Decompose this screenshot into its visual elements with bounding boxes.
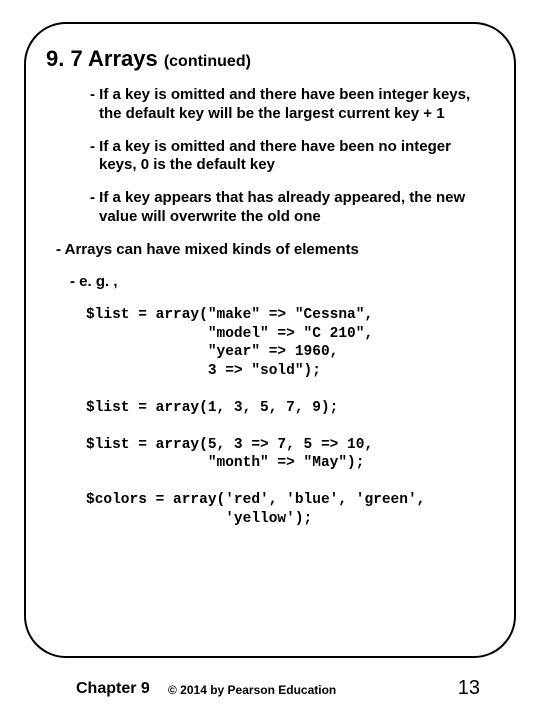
title-main: 9. 7 Arrays: [46, 46, 164, 71]
footer-page-number: 13: [458, 677, 480, 700]
slide-title: 9. 7 Arrays (continued): [46, 46, 494, 72]
code-block: $list = array("make" => "Cessna", "model…: [86, 306, 494, 529]
slide-frame: 9. 7 Arrays (continued) - If a key is om…: [24, 22, 516, 658]
slide-footer: Chapter 9 © 2014 by Pearson Education 13: [0, 672, 540, 702]
bullet-mixed-elements: - Arrays can have mixed kinds of element…: [56, 241, 494, 260]
bullet-example-label: - e. g. ,: [70, 273, 494, 292]
bullet-key-omitted-none: - If a key is omitted and there have bee…: [90, 138, 494, 176]
footer-chapter: Chapter 9: [76, 680, 150, 698]
bullet-key-duplicate: - If a key appears that has already appe…: [90, 189, 494, 227]
title-continued: (continued): [164, 53, 251, 70]
footer-copyright: © 2014 by Pearson Education: [168, 683, 336, 697]
bullet-key-omitted-integer: - If a key is omitted and there have bee…: [90, 86, 494, 124]
